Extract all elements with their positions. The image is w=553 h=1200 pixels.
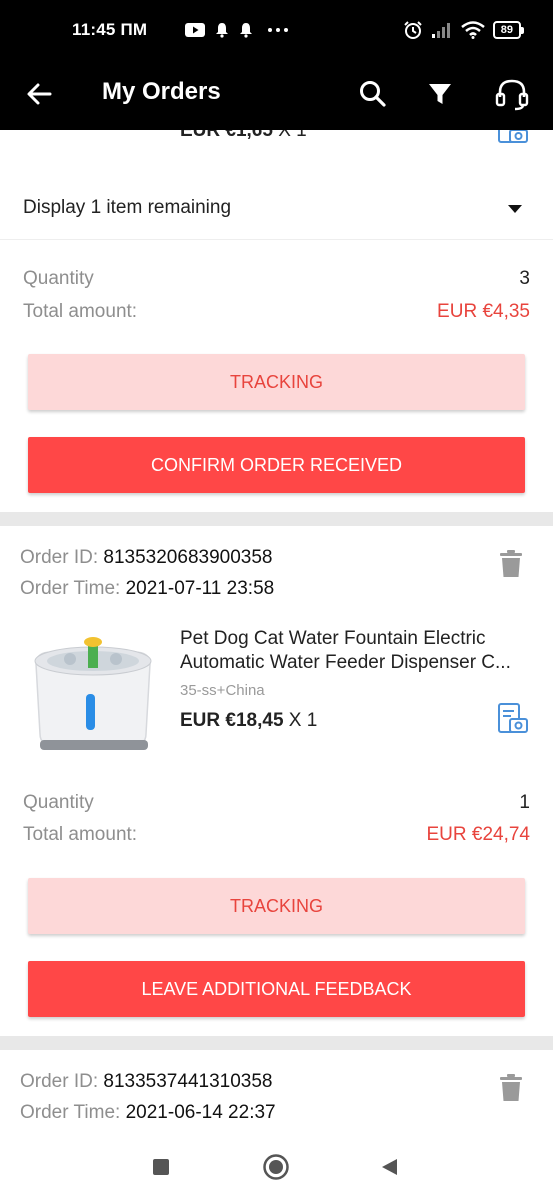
recents-icon[interactable] — [152, 1158, 170, 1176]
more-icon — [268, 28, 288, 32]
order-time: Order Time: 2021-06-14 22:37 — [20, 1102, 276, 1123]
home-icon[interactable] — [262, 1153, 290, 1181]
order-time: Order Time: 2021-07-11 23:58 — [20, 578, 275, 599]
search-icon[interactable] — [355, 76, 391, 112]
total-amount-value: EUR €24,74 — [426, 824, 530, 845]
product-variant: 35-ss+China — [180, 682, 265, 699]
product-price: EUR €18,45 X 1 — [180, 710, 318, 731]
wifi-icon — [460, 21, 485, 39]
total-amount-label: Total amount: — [23, 824, 138, 845]
battery-indicator: 89 — [492, 21, 525, 39]
back-icon[interactable] — [380, 1158, 398, 1176]
order-card: Order ID: 8133537441310358 Order Time: 2… — [0, 1050, 553, 1133]
alarm-icon — [404, 21, 422, 39]
product-image[interactable] — [22, 624, 164, 756]
confirm-order-received-button[interactable]: CONFIRM ORDER RECEIVED — [28, 437, 525, 493]
total-amount-label: Total amount: — [23, 301, 138, 322]
trash-icon[interactable] — [499, 1074, 523, 1102]
quantity-value: 1 — [519, 792, 530, 813]
quantity-value: 3 — [519, 268, 530, 289]
display-remaining-toggle[interactable]: Display 1 item remaining — [0, 178, 553, 240]
back-arrow-icon[interactable] — [22, 76, 58, 112]
product-title[interactable]: Pet Dog Cat Water Fountain Electric Auto… — [180, 627, 530, 675]
total-amount-value: EUR €4,35 — [437, 301, 530, 322]
order-card: Order ID: 8135320683900358 Order Time: 2… — [0, 526, 553, 1036]
bell-icon — [216, 23, 228, 38]
quantity-label: Quantity — [23, 792, 94, 813]
status-time: 11:45 ПМ — [72, 20, 148, 39]
bell-icon — [240, 23, 252, 38]
chevron-down-icon — [508, 205, 522, 213]
photo-review-icon[interactable] — [497, 130, 529, 144]
status-bar: 11:45 ПМ 89 — [0, 0, 553, 62]
order-id: Order ID: 8135320683900358 — [20, 547, 273, 568]
youtube-icon — [185, 23, 205, 37]
orders-list[interactable]: EUR €1,65 X 1 Display 1 item remaining Q… — [0, 130, 553, 1133]
display-remaining-label: Display 1 item remaining — [23, 197, 232, 218]
order-card: EUR €1,65 X 1 Display 1 item remaining Q… — [0, 130, 553, 512]
leave-feedback-button[interactable]: LEAVE ADDITIONAL FEEDBACK — [28, 961, 525, 1017]
page-title: My Orders — [102, 78, 221, 105]
tracking-button[interactable]: TRACKING — [28, 878, 525, 934]
tracking-button[interactable]: TRACKING — [28, 354, 525, 410]
filter-icon[interactable] — [422, 76, 458, 112]
system-nav-bar — [0, 1133, 553, 1200]
app-bar: My Orders — [0, 62, 553, 130]
signal-icon — [431, 23, 450, 38]
trash-icon[interactable] — [499, 550, 523, 578]
photo-review-icon[interactable] — [497, 702, 529, 736]
product-price: EUR €1,65 X 1 — [180, 130, 307, 141]
headset-icon[interactable] — [494, 76, 530, 112]
order-id: Order ID: 8133537441310358 — [20, 1071, 273, 1092]
quantity-label: Quantity — [23, 268, 94, 289]
